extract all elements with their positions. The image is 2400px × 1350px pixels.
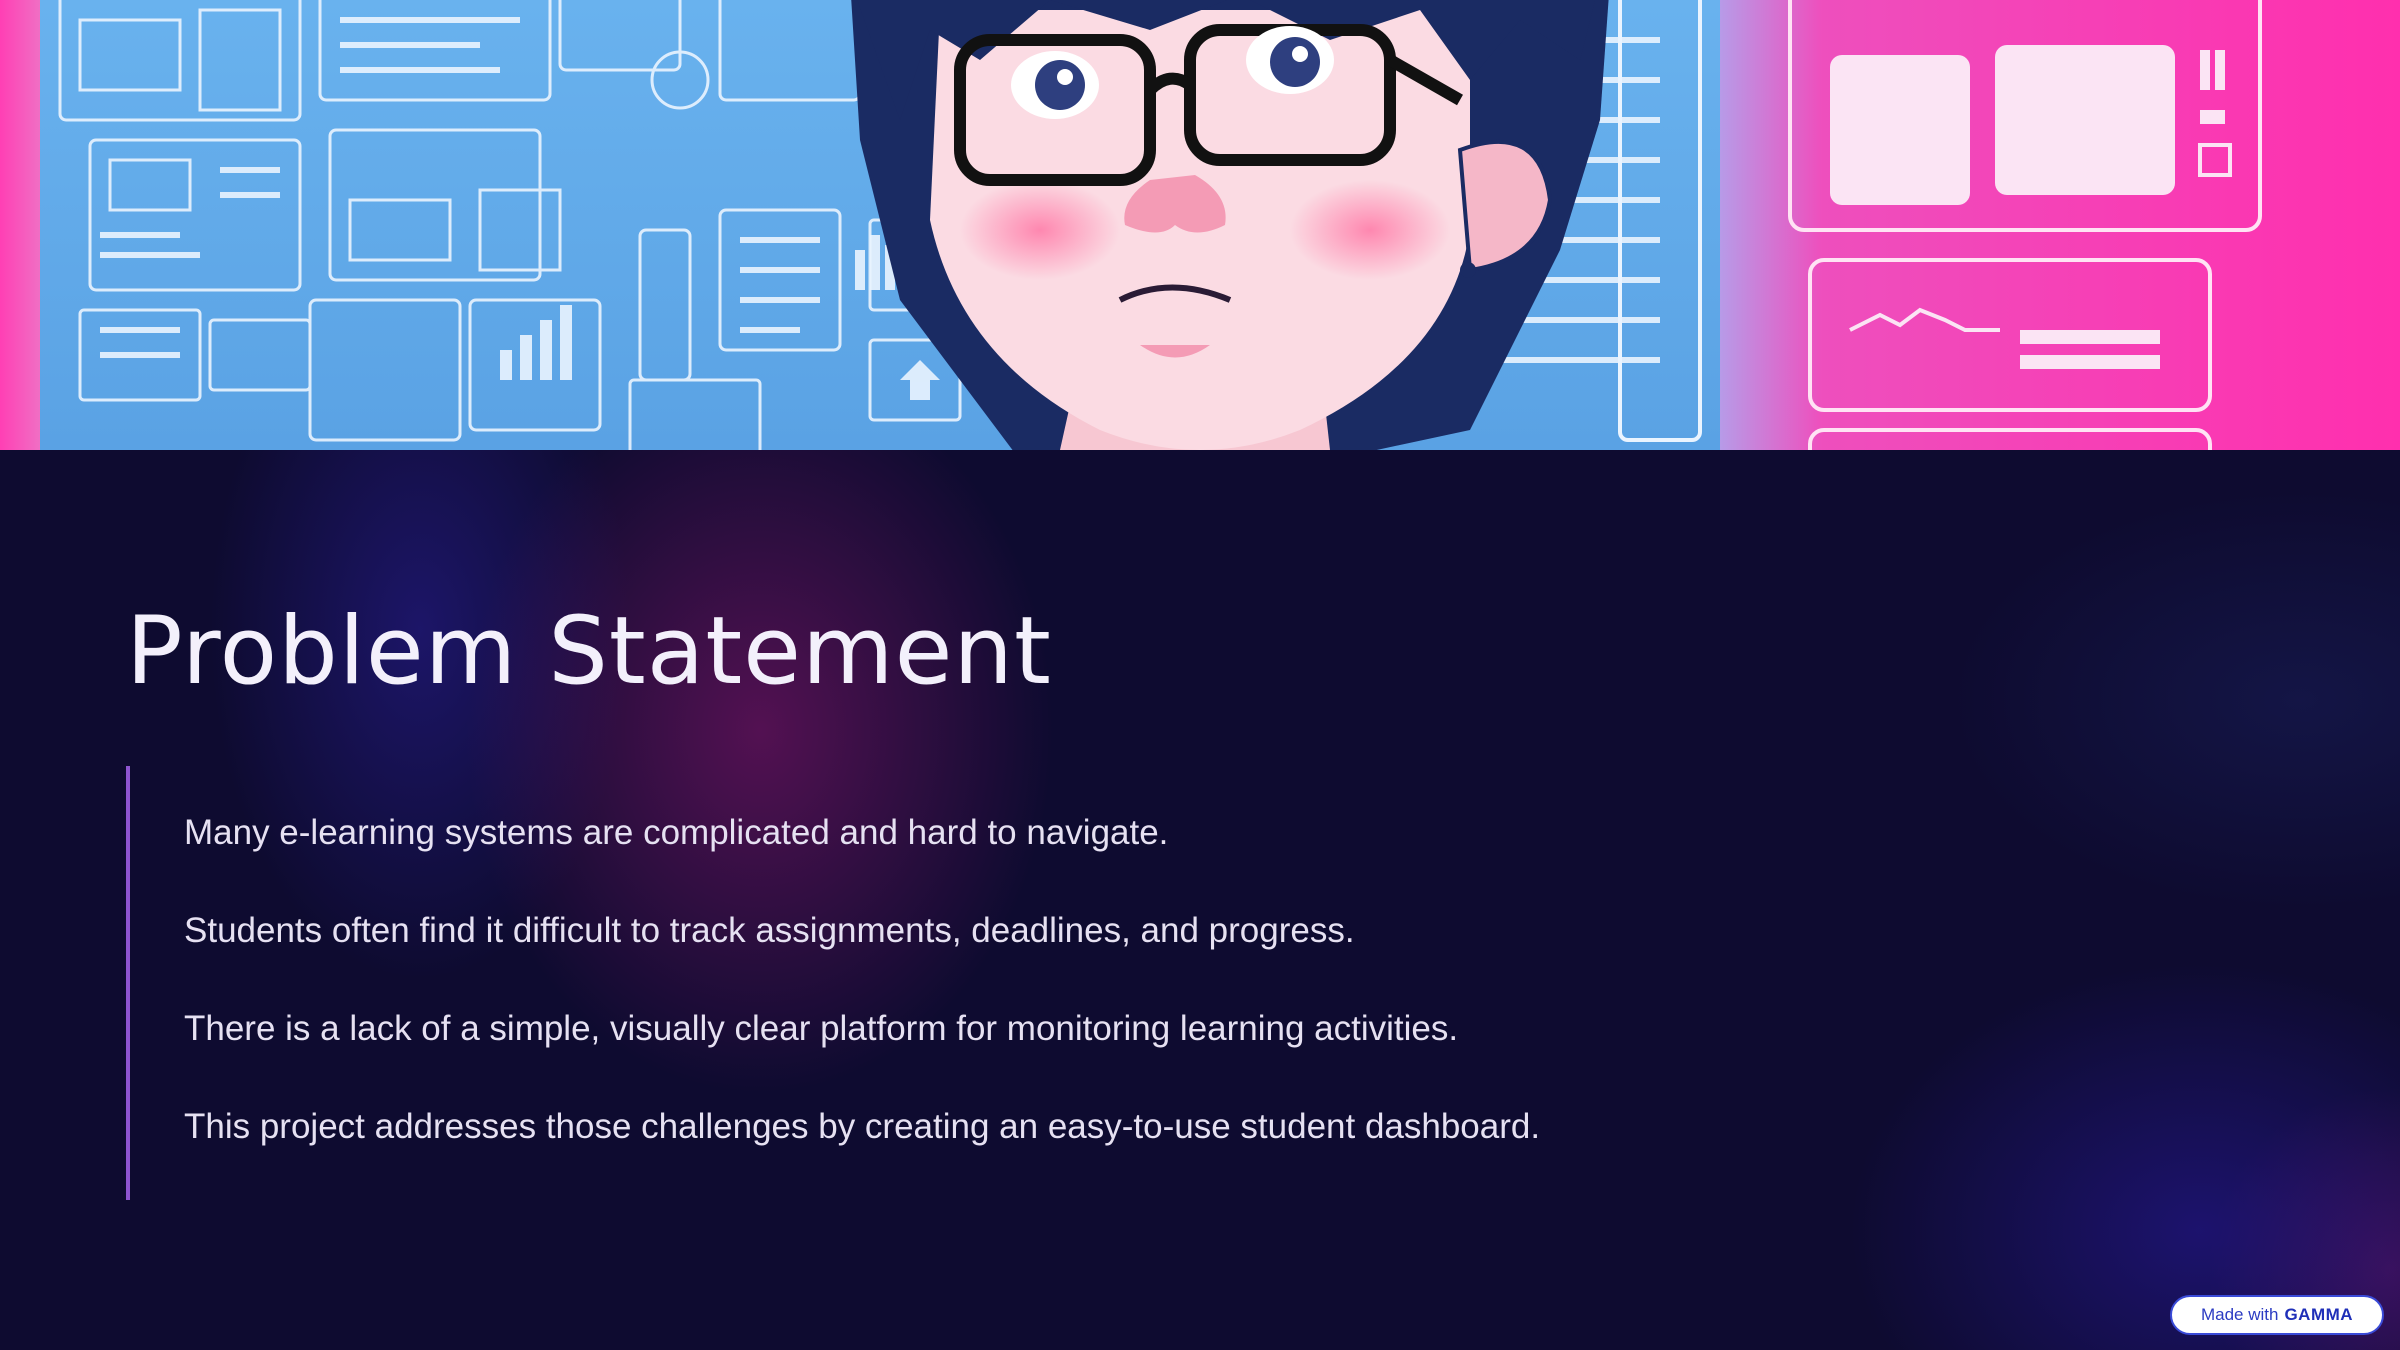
slide: Problem Statement Many e-learning system… <box>0 0 2400 1350</box>
problem-point: There is a lack of a simple, visually cl… <box>184 1009 1459 1048</box>
problem-point: Many e-learning systems are complicated … <box>184 813 1169 852</box>
slide-title: Problem Statement <box>126 597 1052 706</box>
content-area: Problem Statement Many e-learning system… <box>0 450 2400 1350</box>
gamma-logo: GAMMA <box>2284 1305 2354 1324</box>
badge-prefix: Made with <box>2200 1305 2279 1324</box>
problem-point: This project addresses those challenges … <box>184 1107 1541 1146</box>
problem-points-list: Many e-learning systems are complicated … <box>126 766 1826 1200</box>
made-with-gamma-badge[interactable]: Made with GAMMA <box>2170 1295 2384 1335</box>
hero-illustration <box>0 0 2400 450</box>
problem-point: Students often find it difficult to trac… <box>184 911 1355 950</box>
